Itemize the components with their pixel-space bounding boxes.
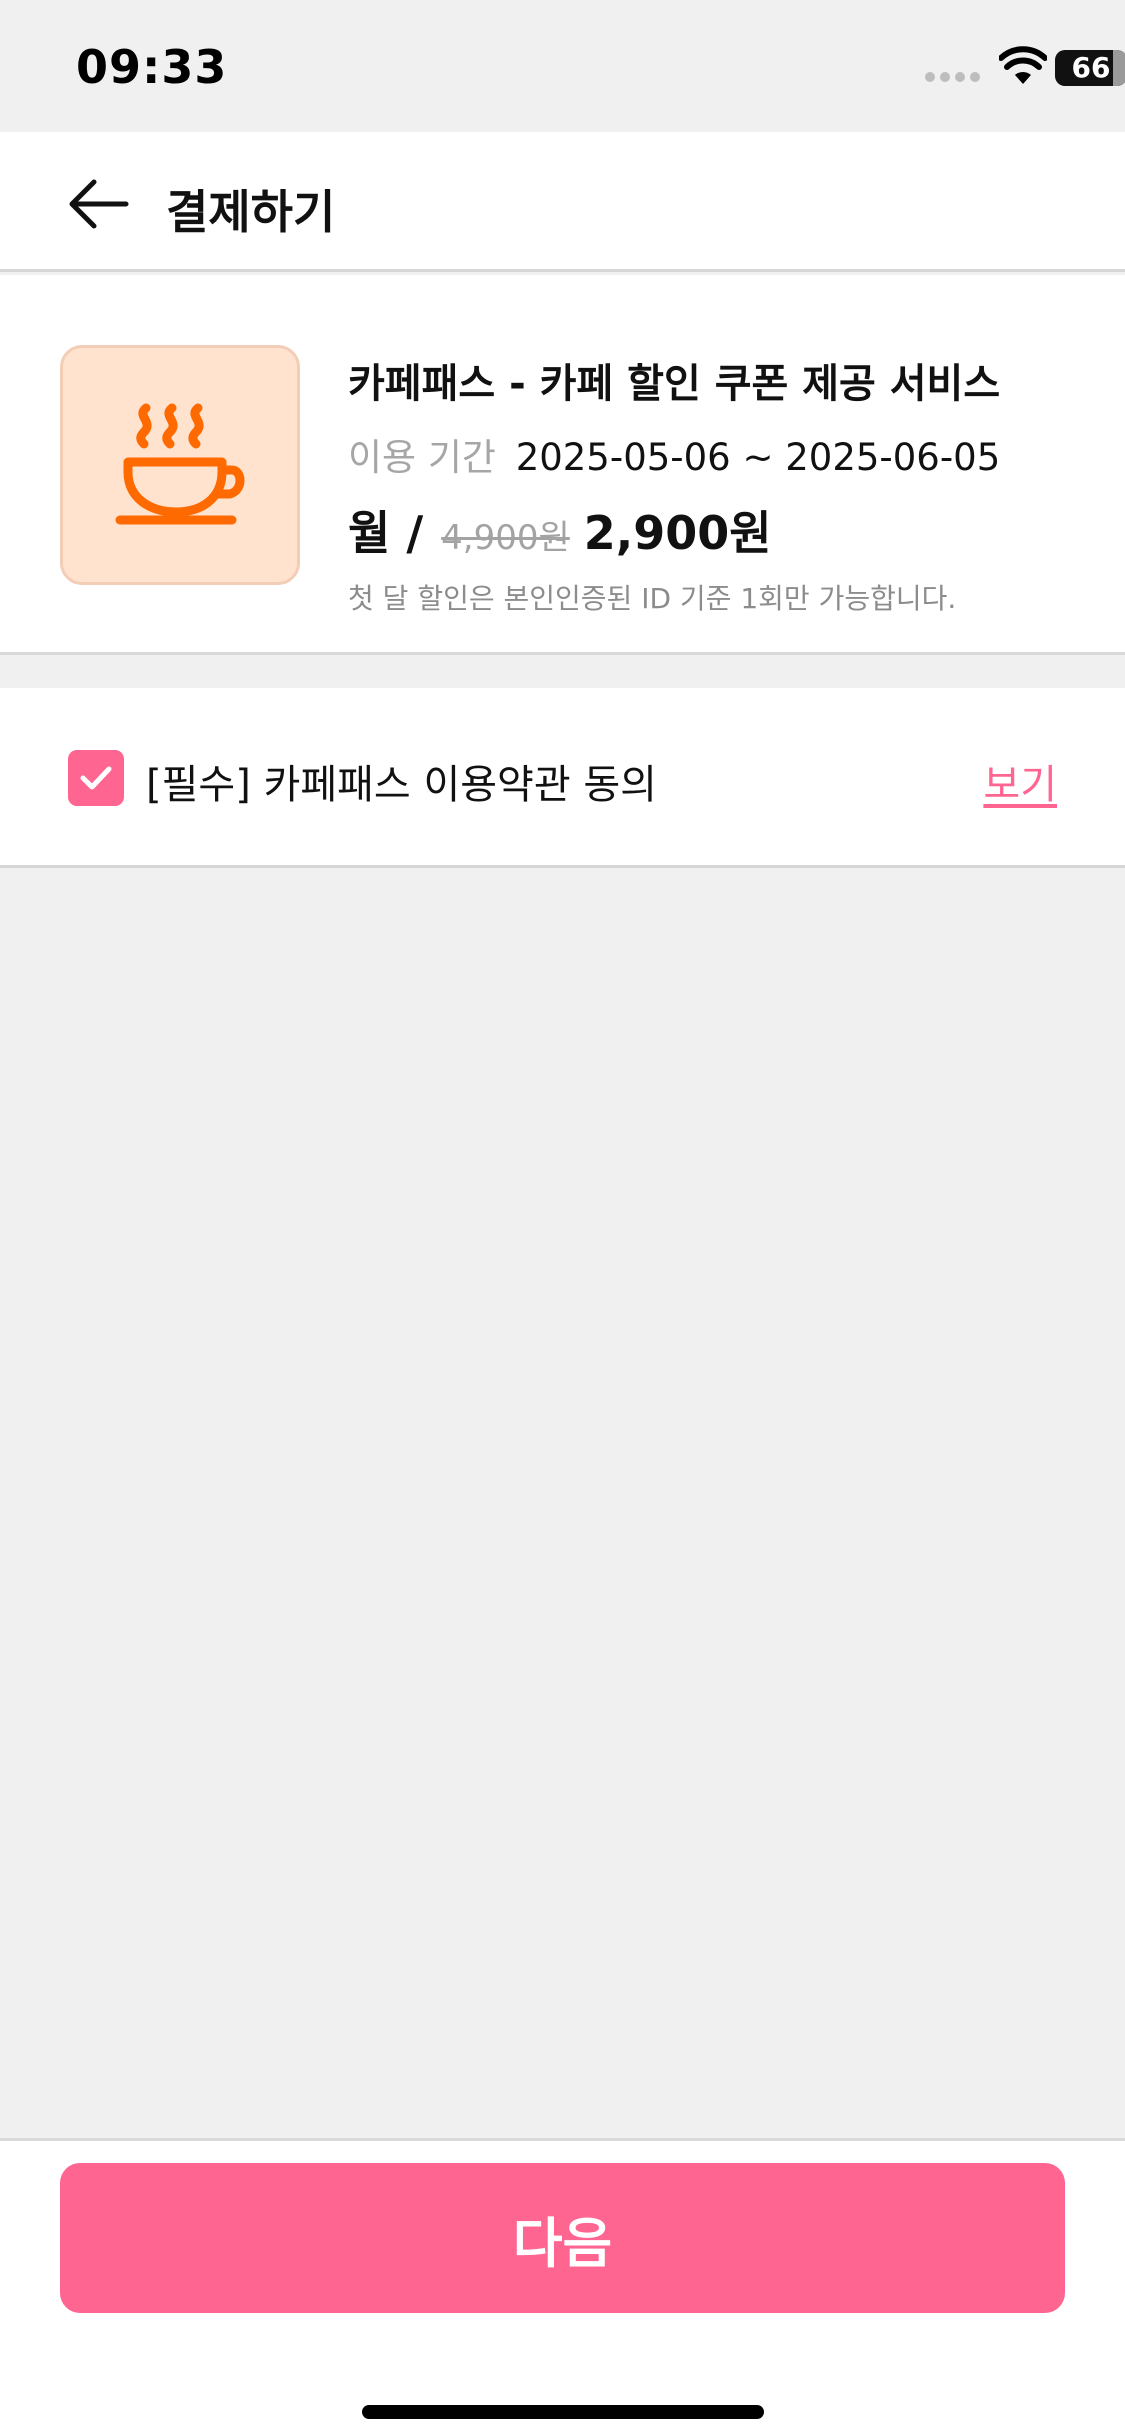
status-time: 09:33	[76, 40, 228, 94]
arrow-left-icon	[69, 179, 129, 229]
home-indicator	[362, 2405, 764, 2419]
view-terms-link[interactable]: 보기	[983, 752, 1057, 810]
product-info: 카페패스 - 카페 할인 쿠폰 제공 서비스 이용 기간 2025-05-06 …	[348, 351, 1088, 617]
original-price: 4,900원	[441, 518, 570, 558]
price-row: 월 / 4,900원 2,900원	[348, 497, 1088, 563]
period-value: 2025-05-06 ~ 2025-06-05	[515, 436, 1001, 479]
status-bar: 09:33 66	[0, 0, 1125, 132]
battery-level-text: 66	[1071, 51, 1111, 84]
discount-note: 첫 달 할인은 본인인증된 ID 기준 1회만 가능합니다.	[348, 582, 957, 615]
checkmark-icon	[80, 766, 112, 790]
final-price: 2,900원	[583, 506, 772, 560]
page-title: 결제하기	[166, 185, 336, 239]
usage-period: 이용 기간 2025-05-06 ~ 2025-06-05	[348, 427, 1088, 481]
terms-label[interactable]: [필수] 카페패스 이용약관 동의	[146, 752, 657, 810]
battery-icon: 66	[1055, 50, 1125, 86]
product-name: 카페패스 - 카페 할인 쿠폰 제공 서비스	[348, 361, 1001, 407]
product-card: 카페패스 - 카페 할인 쿠폰 제공 서비스 이용 기간 2025-05-06 …	[0, 275, 1125, 655]
coffee-cup-icon	[115, 403, 245, 525]
bottom-bar: 다음	[0, 2138, 1125, 2436]
terms-checkbox[interactable]	[68, 750, 124, 806]
price-unit: 월 /	[348, 506, 424, 560]
terms-agreement: [필수] 카페패스 이용약관 동의 보기	[0, 688, 1125, 868]
signal-dots-icon	[925, 72, 981, 84]
product-thumbnail	[60, 345, 300, 585]
period-label: 이용 기간	[348, 436, 496, 479]
next-button[interactable]: 다음	[60, 2163, 1065, 2313]
back-button[interactable]	[56, 162, 140, 246]
header: 결제하기	[0, 132, 1125, 272]
wifi-icon	[999, 46, 1047, 84]
